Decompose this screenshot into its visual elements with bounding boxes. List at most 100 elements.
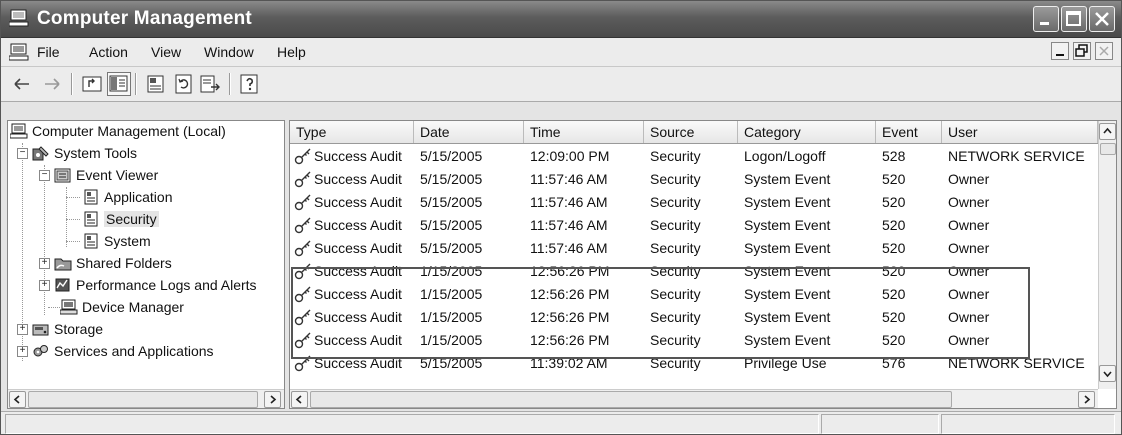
- arrow-down-icon: [1103, 371, 1112, 378]
- cell-type: Success Audit: [294, 145, 402, 168]
- column-header-category[interactable]: Category: [738, 121, 876, 143]
- arrow-right-icon: [270, 395, 277, 404]
- cell-event: 520: [882, 286, 906, 302]
- mdi-restore-button[interactable]: [1073, 42, 1091, 60]
- cell-date: 1/15/2005: [420, 286, 483, 302]
- table-row[interactable]: Success Audit 5/15/2005 11:57:46 AM Securit…: [290, 237, 1098, 260]
- scroll-left-button[interactable]: [291, 391, 308, 408]
- cell-event: 520: [882, 217, 906, 233]
- scroll-left-button[interactable]: [9, 391, 26, 408]
- maximize-icon: [1066, 11, 1081, 26]
- tree-item-event-viewer[interactable]: Event Viewer: [54, 165, 158, 185]
- type-label: Success Audit: [314, 148, 402, 164]
- tree-item-device-manager[interactable]: Device Manager: [60, 297, 184, 317]
- tree-item-performance-logs[interactable]: Performance Logs and Alerts: [54, 275, 257, 295]
- minimize-button[interactable]: [1033, 6, 1059, 32]
- status-pane: [821, 414, 939, 434]
- tree-item-label: Shared Folders: [76, 255, 172, 271]
- cell-user: NETWORK SERVICE: [948, 355, 1085, 371]
- cell-time: 12:56:26 PM: [530, 286, 610, 302]
- table-row[interactable]: Success Audit 1/15/2005 12:56:26 PM Securit…: [290, 260, 1098, 283]
- collapse-toggle[interactable]: −: [17, 148, 28, 159]
- list-vertical-scrollbar[interactable]: [1098, 121, 1116, 389]
- table-row[interactable]: Success Audit 5/15/2005 11:57:46 AM Securit…: [290, 168, 1098, 191]
- maximize-button[interactable]: [1061, 6, 1087, 32]
- cell-type: Success Audit: [294, 191, 402, 214]
- tree-item-shared-folders[interactable]: Shared Folders: [54, 253, 172, 273]
- type-label: Success Audit: [314, 332, 402, 348]
- column-header-time[interactable]: Time: [524, 121, 644, 143]
- key-icon: [294, 286, 311, 303]
- expand-toggle[interactable]: +: [17, 324, 28, 335]
- table-row[interactable]: Success Audit 1/15/2005 12:56:26 PM Securit…: [290, 306, 1098, 329]
- cell-type: Success Audit: [294, 260, 402, 283]
- back-arrow-icon[interactable]: [11, 73, 33, 95]
- menu-help[interactable]: Help: [277, 44, 306, 60]
- tree-item-system-tools[interactable]: System Tools: [32, 143, 137, 163]
- tree-item-application[interactable]: Application: [82, 187, 173, 207]
- services-icon: [33, 345, 48, 357]
- minimize-icon: [1040, 22, 1049, 25]
- collapse-toggle[interactable]: −: [39, 170, 50, 181]
- properties-icon[interactable]: [145, 73, 167, 95]
- menu-window[interactable]: Window: [204, 44, 254, 60]
- computer-icon: [9, 9, 29, 27]
- list-header: Type Date Time Source Category Event Use…: [290, 121, 1098, 144]
- event-list[interactable]: Type Date Time Source Category Event Use…: [289, 120, 1117, 409]
- table-row[interactable]: Success Audit 5/15/2005 11:57:46 AM Securit…: [290, 191, 1098, 214]
- tree-item-label: Event Viewer: [76, 167, 159, 183]
- scroll-up-button[interactable]: [1099, 123, 1116, 140]
- tree-item-security[interactable]: Security: [82, 209, 159, 229]
- scroll-thumb[interactable]: [1100, 143, 1116, 155]
- cell-source: Security: [650, 194, 701, 210]
- column-header-user[interactable]: User: [942, 121, 1098, 143]
- column-header-date[interactable]: Date: [414, 121, 524, 143]
- up-folder-icon[interactable]: [81, 73, 103, 95]
- forward-arrow-icon[interactable]: [41, 73, 63, 95]
- scroll-down-button[interactable]: [1099, 365, 1116, 382]
- scroll-right-button[interactable]: [1078, 391, 1095, 408]
- arrow-up-icon: [1103, 127, 1112, 134]
- expand-toggle[interactable]: +: [39, 280, 50, 291]
- tree-item-computer-management[interactable]: Computer Management (Local): [10, 121, 226, 141]
- scroll-right-button[interactable]: [264, 391, 281, 408]
- scroll-thumb[interactable]: [310, 391, 952, 408]
- list-horizontal-scrollbar[interactable]: [290, 389, 1098, 408]
- tree-item-services-applications[interactable]: Services and Applications: [32, 341, 214, 361]
- cell-date: 5/15/2005: [420, 148, 483, 164]
- mdi-minimize-button[interactable]: [1051, 42, 1069, 60]
- tree-item-storage[interactable]: Storage: [32, 319, 103, 339]
- help-icon[interactable]: [239, 73, 261, 95]
- export-list-icon[interactable]: [199, 73, 221, 95]
- menu-action[interactable]: Action: [89, 44, 128, 60]
- status-pane: [5, 414, 819, 434]
- cell-category: Logon/Logoff: [744, 148, 826, 164]
- show-hide-tree-icon[interactable]: [107, 72, 131, 96]
- console-tree[interactable]: Computer Management (Local) − System Too…: [7, 120, 285, 409]
- column-header-event[interactable]: Event: [876, 121, 942, 143]
- computer-management-window: Computer Management File Action View Win…: [0, 0, 1122, 435]
- computer-icon[interactable]: [9, 43, 29, 61]
- table-row[interactable]: Success Audit 5/15/2005 11:57:46 AM Securit…: [290, 214, 1098, 237]
- mdi-close-button[interactable]: [1095, 42, 1113, 60]
- column-header-type[interactable]: Type: [290, 121, 414, 143]
- title-bar[interactable]: Computer Management: [1, 1, 1121, 38]
- status-pane: [941, 414, 1115, 434]
- tree-item-system[interactable]: System: [82, 231, 151, 251]
- menu-view[interactable]: View: [151, 44, 181, 60]
- close-button[interactable]: [1089, 6, 1115, 32]
- tree-item-label: Device Manager: [82, 299, 184, 315]
- table-row[interactable]: Success Audit 1/15/2005 12:56:26 PM Securit…: [290, 329, 1098, 352]
- expand-toggle[interactable]: +: [17, 346, 28, 357]
- tree-horizontal-scrollbar[interactable]: [8, 389, 284, 408]
- table-row[interactable]: Success Audit 1/15/2005 12:56:26 PM Securit…: [290, 283, 1098, 306]
- table-row[interactable]: Success Audit 5/15/2005 12:09:00 PM Securit…: [290, 145, 1098, 168]
- cell-time: 11:57:46 AM: [530, 240, 608, 256]
- window-title: Computer Management: [37, 8, 252, 29]
- column-header-source[interactable]: Source: [644, 121, 738, 143]
- refresh-icon[interactable]: [173, 73, 195, 95]
- menu-file[interactable]: File: [37, 44, 60, 60]
- expand-toggle[interactable]: +: [39, 258, 50, 269]
- scroll-thumb[interactable]: [28, 391, 258, 408]
- table-row[interactable]: Success Audit 5/15/2005 11:39:02 AM Securit…: [290, 352, 1098, 375]
